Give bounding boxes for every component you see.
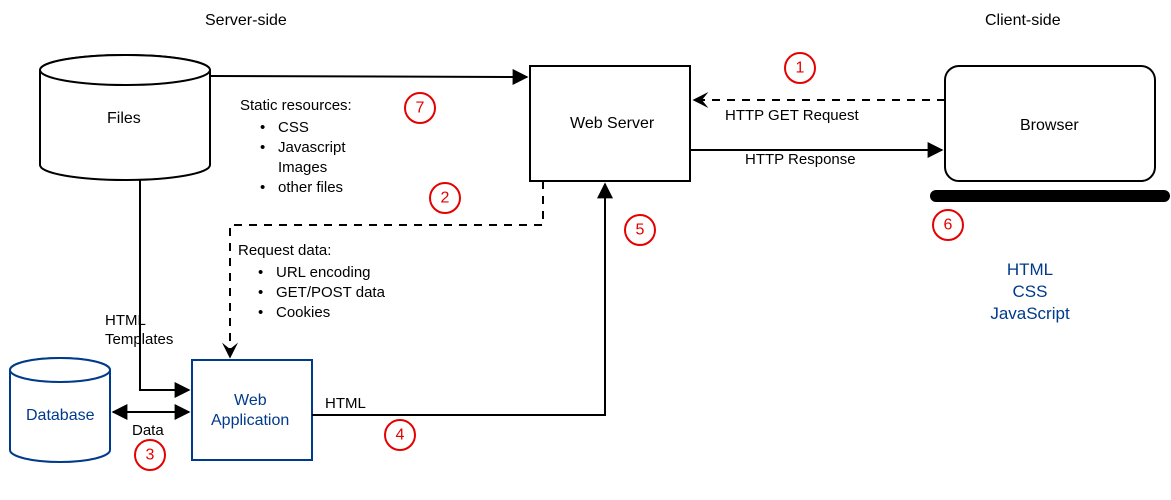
svg-text:GET/POST data: GET/POST data <box>276 284 386 301</box>
svg-text:•: • <box>260 179 265 196</box>
svg-text:Static resources:: Static resources: <box>240 97 352 114</box>
svg-text:3: 3 <box>146 447 155 464</box>
step-5: 5 <box>625 215 655 245</box>
svg-text:•: • <box>258 304 263 321</box>
svg-text:HTML: HTML <box>1007 260 1053 279</box>
static-resources-list: Static resources: • CSS • Javascript Image… <box>240 97 352 196</box>
svg-text:6: 6 <box>944 217 953 234</box>
webserver-node: Web Server <box>530 66 690 181</box>
svg-text:5: 5 <box>636 222 645 239</box>
svg-text:Javascript: Javascript <box>278 139 346 156</box>
svg-text:4: 4 <box>396 427 405 444</box>
section-client: Client-side <box>985 12 1061 29</box>
step-4: 4 <box>385 420 415 450</box>
edge-files-to-webserver <box>210 76 527 77</box>
svg-text:Files: Files <box>107 110 141 127</box>
svg-text:Application: Application <box>211 412 289 429</box>
request-data-list: Request data: • URL encoding • GET/POST da… <box>238 242 386 321</box>
svg-text:Cookies: Cookies <box>276 304 330 321</box>
browser-base <box>930 190 1170 202</box>
step-1: 1 <box>785 53 815 83</box>
section-server: Server-side <box>205 12 287 29</box>
step-7: 7 <box>405 93 435 123</box>
database-node: Database <box>10 358 110 462</box>
svg-text:JavaScript: JavaScript <box>990 304 1070 323</box>
step-2: 2 <box>430 183 460 213</box>
svg-text:HTML: HTML <box>325 395 366 412</box>
svg-text:Database: Database <box>26 407 95 424</box>
svg-text:2: 2 <box>441 190 450 207</box>
svg-text:7: 7 <box>416 100 425 117</box>
svg-text:HTML: HTML <box>105 312 146 329</box>
step-6: 6 <box>933 210 963 240</box>
svg-text:1: 1 <box>796 60 805 77</box>
step-3: 3 <box>135 440 165 470</box>
client-tech-list: HTML CSS JavaScript <box>990 260 1070 323</box>
svg-text:Web Server: Web Server <box>570 115 655 132</box>
svg-text:CSS: CSS <box>1013 282 1048 301</box>
browser-node: Browser <box>930 66 1170 202</box>
svg-text:other files: other files <box>278 179 343 196</box>
svg-text:•: • <box>260 139 265 156</box>
svg-text:URL encoding: URL encoding <box>276 264 371 281</box>
svg-text:Browser: Browser <box>1020 117 1079 134</box>
svg-text:Images: Images <box>278 159 327 176</box>
edge-files-to-webapp <box>140 180 189 390</box>
svg-text:Request data:: Request data: <box>238 242 331 259</box>
svg-text:•: • <box>258 284 263 301</box>
svg-text:HTTP Response: HTTP Response <box>745 151 856 168</box>
svg-text:Web: Web <box>234 392 267 409</box>
webapp-node: Web Application <box>192 360 312 460</box>
svg-text:CSS: CSS <box>278 119 309 136</box>
svg-text:Data: Data <box>132 422 164 439</box>
svg-text:•: • <box>260 119 265 136</box>
files-node: Files <box>40 55 210 180</box>
svg-text:•: • <box>258 264 263 281</box>
svg-text:HTTP GET Request: HTTP GET Request <box>725 107 859 124</box>
svg-text:Templates: Templates <box>105 331 173 348</box>
